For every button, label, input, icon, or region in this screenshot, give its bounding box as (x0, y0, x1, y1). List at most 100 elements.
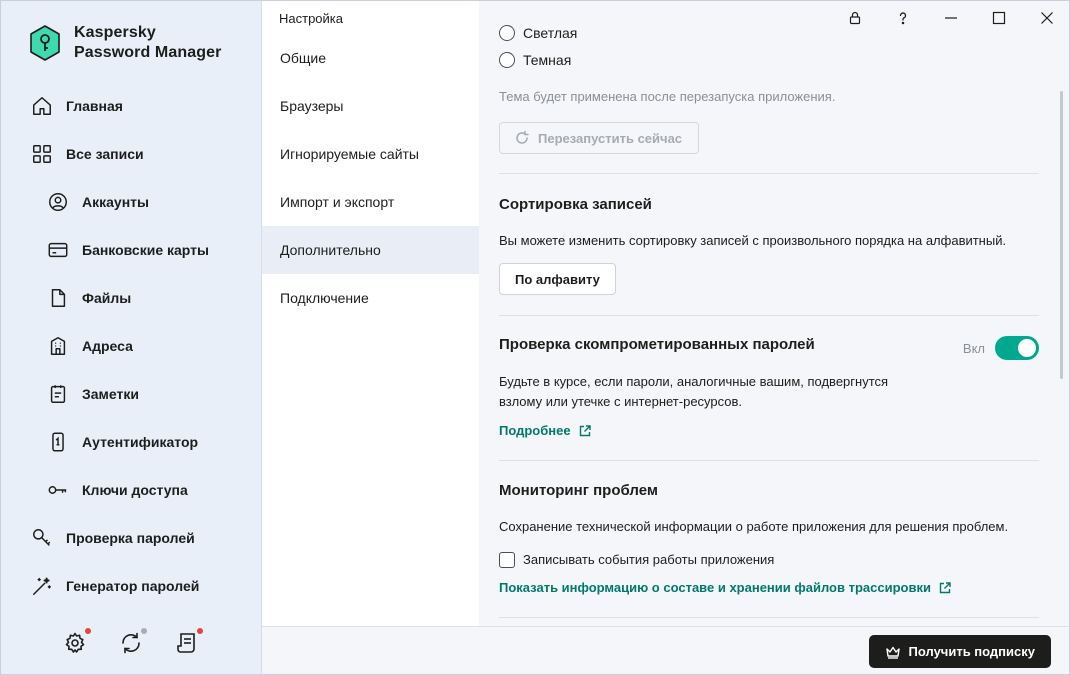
external-link-icon (579, 424, 591, 436)
help-icon (899, 12, 907, 25)
monitoring-title: Мониторинг проблем (499, 482, 658, 499)
kaspersky-logo-icon (30, 25, 60, 61)
sidebar-item-all-records[interactable]: Все записи (1, 130, 262, 178)
monitoring-link-row: Показать информацию о составе и хранении… (499, 579, 1039, 595)
sidebar-item-accounts[interactable]: Аккаунты (1, 178, 262, 226)
sidebar-item-label: Проверка паролей (66, 530, 195, 546)
theme-option-dark[interactable]: Темная (499, 48, 1039, 72)
log-events-label: Записывать события работы приложения (523, 552, 775, 567)
theme-restart-row: Перезапустить сейчас (499, 122, 1039, 154)
settings-tab-advanced[interactable]: Дополнительно (262, 226, 479, 274)
sidebar-item-authenticator[interactable]: Аутентификатор (1, 418, 262, 466)
sorting-title: Сортировка записей (499, 196, 652, 213)
sync-status-dot (141, 628, 147, 634)
log-events-checkbox[interactable] (499, 552, 515, 568)
minimize-button[interactable] (927, 1, 975, 35)
settings-content: Светлая Темная Тема будет применена посл… (479, 1, 1069, 626)
radio-label: Светлая (523, 25, 578, 41)
sidebar-item-label: Заметки (82, 386, 139, 402)
settings-footer: Получить подписку (262, 626, 1069, 674)
news-button[interactable] (175, 628, 203, 655)
divider (499, 460, 1039, 461)
sidebar-item-label: Аккаунты (82, 194, 149, 210)
radio-label: Темная (523, 52, 572, 68)
settings-gear-icon (65, 632, 85, 653)
settings-tab-browsers[interactable]: Браузеры (262, 82, 479, 130)
radio-button[interactable] (499, 52, 515, 68)
settings-tab-general[interactable]: Общие (262, 34, 479, 82)
notification-dot (197, 628, 203, 634)
settings-tab-import-export[interactable]: Импорт и экспорт (262, 178, 479, 226)
theme-restart-hint: Тема будет применена после перезапуска п… (499, 89, 836, 104)
news-icon (177, 633, 195, 653)
divider (499, 617, 1039, 618)
home-icon (31, 95, 53, 117)
maximize-button[interactable] (975, 1, 1023, 35)
sidebar-item-password-check[interactable]: Проверка паролей (1, 514, 262, 562)
trace-files-info-link[interactable]: Показать информацию о составе и хранении… (499, 580, 952, 595)
get-subscription-button[interactable]: Получить подписку (868, 635, 1051, 668)
sidebar-bottom-actions (63, 628, 203, 655)
external-link-icon (939, 581, 951, 593)
phone-icon (47, 431, 69, 453)
sidebar-item-label: Аутентификатор (82, 434, 199, 450)
compromised-header: Проверка скомпрометированных паролей Вкл (499, 336, 1039, 362)
sidebar-item-label: Адреса (82, 338, 133, 354)
learn-more-label: Подробнее (499, 423, 571, 438)
divider (499, 315, 1039, 316)
magic-wand-icon (31, 575, 53, 597)
radio-button[interactable] (499, 25, 515, 41)
window-controls (831, 1, 1069, 35)
app-window: Kaspersky Password Manager Главная Все з… (0, 0, 1070, 675)
crown-icon (885, 646, 900, 659)
trace-files-info-label: Показать информацию о составе и хранении… (499, 580, 931, 595)
brand: Kaspersky Password Manager (29, 23, 221, 63)
sidebar-item-notes[interactable]: Заметки (1, 370, 262, 418)
window-title: Настройка (279, 11, 343, 26)
toggle-knob (1018, 339, 1036, 357)
divider (499, 173, 1039, 174)
content-scrollbar[interactable] (1060, 91, 1063, 379)
brand-line-1: Kaspersky (74, 24, 156, 41)
refresh-icon (516, 130, 529, 144)
minimize-icon (945, 17, 957, 19)
sidebar-item-label: Ключи доступа (82, 482, 188, 498)
building-icon (47, 335, 69, 357)
user-circle-icon (47, 191, 69, 213)
sorting-action-row: По алфавиту (499, 263, 1039, 295)
sidebar-item-passkeys[interactable]: Ключи доступа (1, 466, 262, 514)
log-events-option[interactable]: Записывать события работы приложения (499, 550, 1039, 570)
compromised-toggle-group: Вкл (963, 336, 1039, 360)
sidebar-item-home[interactable]: Главная (1, 82, 262, 130)
restart-now-label: Перезапустить сейчас (538, 130, 683, 146)
compromised-check-toggle[interactable] (995, 336, 1039, 360)
settings-tab-ignored-sites[interactable]: Игнорируемые сайты (262, 130, 479, 178)
help-button[interactable] (879, 1, 927, 35)
notification-dot (85, 628, 91, 634)
sort-alphabetical-button[interactable]: По алфавиту (499, 263, 616, 295)
brand-name: Kaspersky Password Manager (74, 23, 221, 63)
password-check-icon (31, 527, 53, 549)
sync-button[interactable] (119, 628, 147, 655)
settings-tab-connection[interactable]: Подключение (262, 274, 479, 322)
settings-button[interactable] (63, 628, 91, 655)
compromised-title: Проверка скомпрометированных паролей (499, 336, 815, 353)
sidebar-item-label: Файлы (82, 290, 132, 306)
notepad-icon (47, 383, 69, 405)
close-button[interactable] (1023, 1, 1069, 35)
lock-button[interactable] (831, 1, 879, 35)
sidebar-item-password-generator[interactable]: Генератор паролей (1, 562, 262, 610)
key-icon (47, 479, 69, 501)
toggle-state-label: Вкл (962, 340, 985, 356)
sidebar-item-label: Банковские карты (82, 242, 209, 258)
learn-more-link[interactable]: Подробнее (499, 423, 592, 438)
settings-nav: Общие Браузеры Игнорируемые сайты Импорт… (262, 34, 479, 322)
compromised-text-line-2: взлому или утечке с интернет-ресурсов. (499, 394, 743, 409)
sync-icon (122, 632, 140, 654)
brand-line-2: Password Manager (74, 44, 222, 61)
sidebar-item-files[interactable]: Файлы (1, 274, 262, 322)
sidebar-item-bank-cards[interactable]: Банковские карты (1, 226, 262, 274)
monitoring-description: Сохранение технической информации о рабо… (499, 519, 1009, 534)
restart-now-button[interactable]: Перезапустить сейчас (499, 122, 700, 154)
sidebar-item-addresses[interactable]: Адреса (1, 322, 262, 370)
